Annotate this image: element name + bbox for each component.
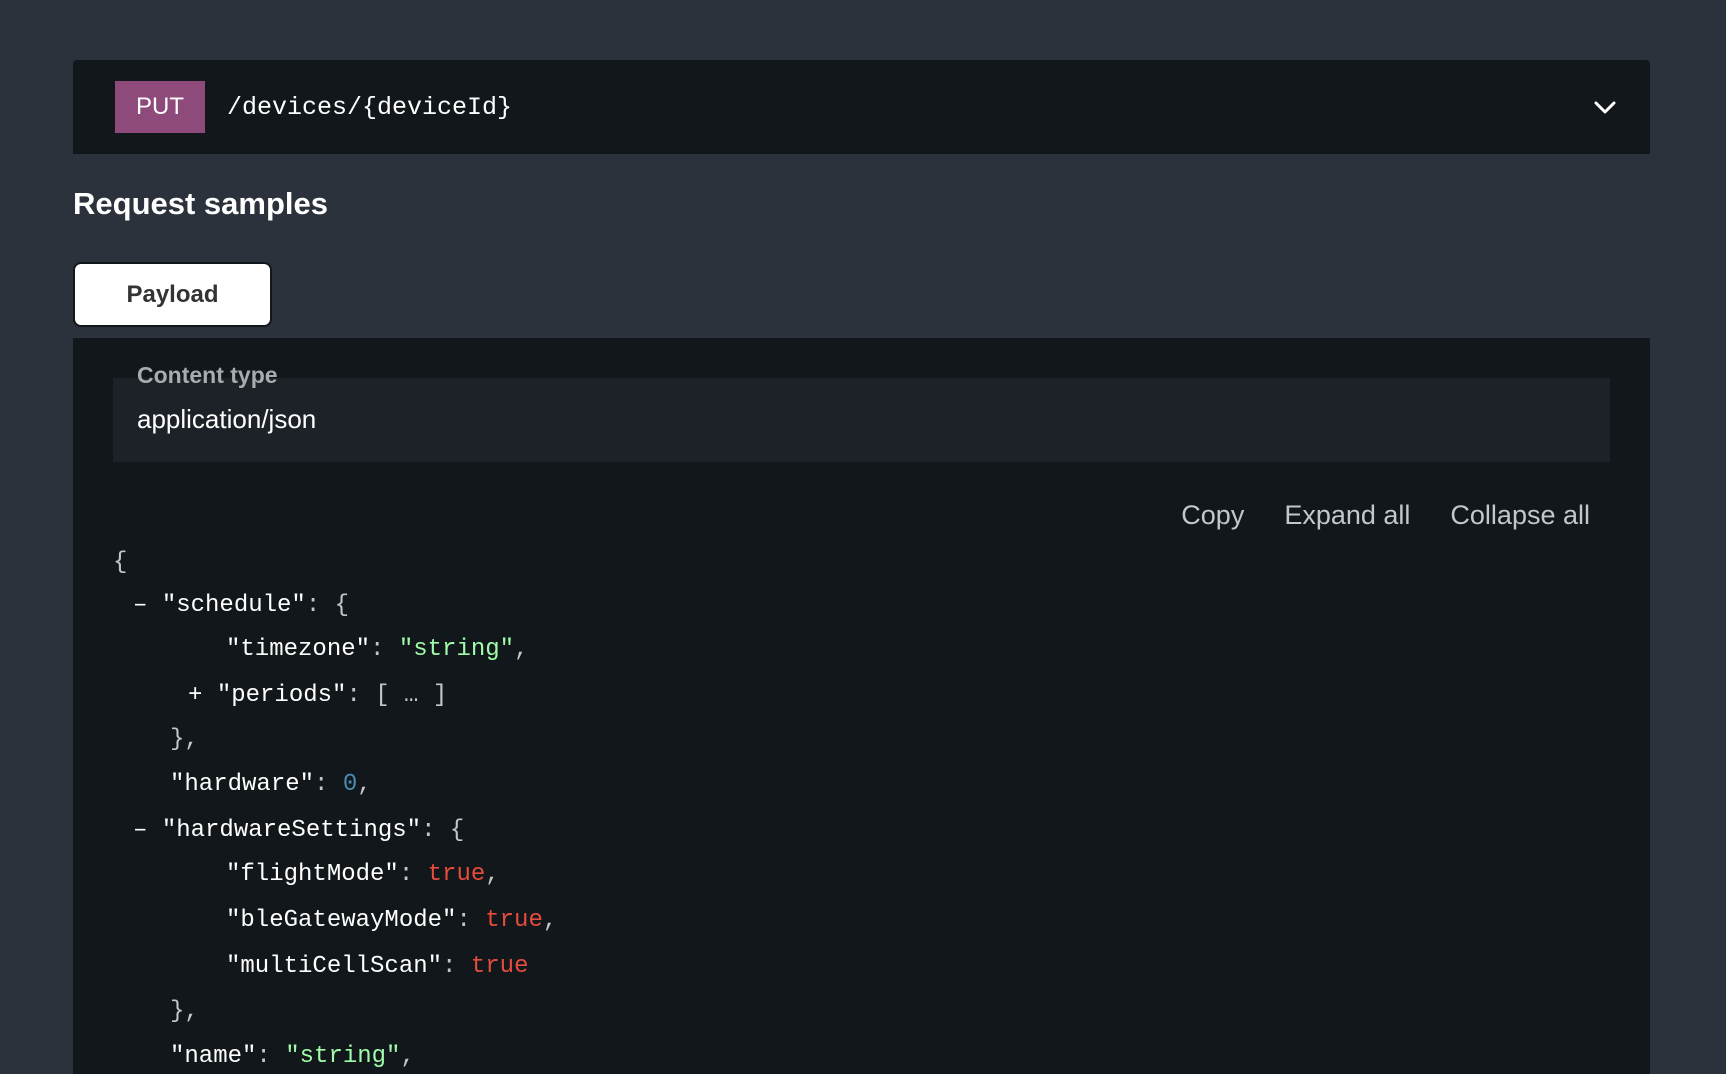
expand-all-button[interactable]: Expand all — [1284, 500, 1410, 531]
content-type-label: Content type — [137, 362, 278, 388]
json-line: "name": "string", — [170, 1043, 415, 1070]
code-actions: Copy Expand all Collapse all — [1181, 500, 1590, 531]
collapse-toggle[interactable]: – — [133, 592, 147, 619]
json-line: "hardware": 0, — [170, 771, 372, 798]
json-line: "bleGatewayMode": true, — [226, 907, 558, 934]
tab-payload[interactable]: Payload — [73, 262, 272, 327]
json-line: "multiCellScan": true — [226, 953, 529, 980]
expand-toggle[interactable]: + — [188, 682, 202, 709]
json-line: { — [113, 549, 128, 576]
json-line: – "schedule": { — [133, 592, 350, 619]
chevron-down-icon[interactable] — [1592, 94, 1618, 120]
json-line: }, — [170, 726, 199, 753]
json-line: + "periods": [ … ] — [188, 682, 448, 709]
endpoint-path: /devices/{deviceId} — [227, 92, 513, 122]
json-line: "timezone": "string", — [226, 636, 529, 663]
section-title: Request samples — [73, 186, 328, 221]
code-panel: Content type application/json Copy Expan… — [73, 338, 1650, 1074]
copy-button[interactable]: Copy — [1181, 500, 1244, 531]
collapse-toggle[interactable]: – — [133, 817, 147, 844]
collapse-all-button[interactable]: Collapse all — [1450, 500, 1590, 531]
json-line: }, — [170, 998, 199, 1025]
content-type-box: Content type application/json — [113, 362, 1610, 462]
json-line: "flightMode": true, — [226, 861, 500, 888]
http-method-badge: PUT — [115, 81, 205, 133]
content-type-value: application/json — [137, 404, 317, 434]
json-line: – "hardwareSettings": { — [133, 817, 465, 844]
endpoint-header[interactable]: PUT /devices/{deviceId} — [73, 60, 1650, 154]
